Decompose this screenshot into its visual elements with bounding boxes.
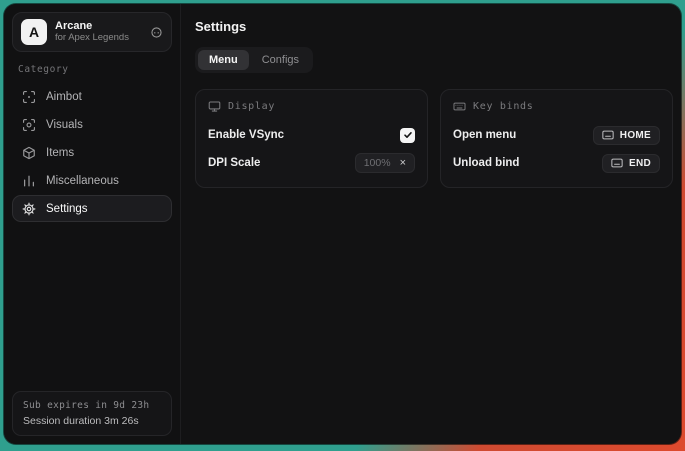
dpi-scale-value: 100% — [364, 157, 391, 169]
sidebar-item-label: Items — [46, 147, 74, 159]
unload-keybind-button[interactable]: END — [602, 154, 660, 173]
crosshair-icon — [22, 90, 36, 104]
settings-cards: Display Enable VSync DPI Scale 100% × — [195, 89, 673, 188]
keycap-icon — [602, 130, 614, 140]
keybinds-card: Key binds Open menu HOME — [440, 89, 673, 188]
unload-bind-row: Unload bind END — [453, 151, 660, 175]
keybinds-card-title: Key binds — [473, 101, 534, 112]
scan-eye-icon — [22, 118, 36, 132]
columns-icon — [22, 174, 36, 188]
keyboard-icon — [453, 100, 466, 113]
sidebar-item-visuals[interactable]: Visuals — [12, 111, 172, 138]
sidebar-item-miscellaneous[interactable]: Miscellaneous — [12, 167, 172, 194]
sidebar-item-aimbot[interactable]: Aimbot — [12, 83, 172, 110]
open-menu-row: Open menu HOME — [453, 123, 660, 147]
vsync-label: Enable VSync — [208, 129, 284, 141]
session-duration-text: Session duration 3m 26s — [23, 415, 161, 427]
dpi-scale-label: DPI Scale — [208, 157, 260, 169]
sidebar-item-label: Visuals — [46, 119, 83, 131]
app-name: Arcane — [55, 20, 142, 33]
sidebar-item-label: Aimbot — [46, 91, 82, 103]
tab-menu[interactable]: Menu — [198, 50, 249, 70]
unload-bind-label: Unload bind — [453, 157, 519, 169]
category-label: Category — [18, 64, 166, 75]
checkmark-icon — [403, 130, 413, 140]
tab-bar: Menu Configs — [195, 47, 313, 73]
sidebar-item-label: Settings — [46, 203, 88, 215]
display-card: Display Enable VSync DPI Scale 100% × — [195, 89, 428, 188]
dpi-scale-row: DPI Scale 100% × — [208, 151, 415, 175]
session-info-box: Sub expires in 9d 23h Session duration 3… — [12, 391, 172, 436]
open-menu-label: Open menu — [453, 129, 516, 141]
gear-icon — [22, 202, 36, 216]
open-menu-keybind-button[interactable]: HOME — [593, 126, 660, 145]
unload-key: END — [629, 158, 651, 169]
dpi-scale-input[interactable]: 100% × — [355, 153, 415, 173]
vsync-row: Enable VSync — [208, 123, 415, 147]
page-title: Settings — [195, 19, 673, 34]
sub-expiry-text: Sub expires in 9d 23h — [23, 400, 161, 411]
keycap-icon — [611, 158, 623, 168]
sidebar-item-settings[interactable]: Settings — [12, 195, 172, 222]
display-card-title: Display — [228, 101, 275, 112]
app-subtitle: for Apex Legends — [55, 33, 142, 44]
sidebar-header: A Arcane for Apex Legends — [12, 12, 172, 52]
package-icon — [22, 146, 36, 160]
dpi-clear-button[interactable]: × — [400, 158, 406, 169]
tab-configs[interactable]: Configs — [251, 50, 310, 70]
monitor-icon — [208, 100, 221, 113]
app-logo: A — [21, 19, 47, 45]
app-window: A Arcane for Apex Legends Category — [4, 4, 681, 444]
open-menu-key: HOME — [620, 130, 651, 141]
sidebar-item-label: Miscellaneous — [46, 175, 119, 187]
sidebar: A Arcane for Apex Legends Category — [4, 4, 181, 444]
keybinds-card-header: Key binds — [453, 100, 660, 113]
main-content: Settings Menu Configs Display — [181, 4, 681, 444]
app-meta: Arcane for Apex Legends — [55, 20, 142, 44]
discord-icon[interactable] — [150, 26, 163, 39]
logo-letter: A — [29, 24, 39, 40]
sidebar-item-items[interactable]: Items — [12, 139, 172, 166]
vsync-checkbox[interactable] — [400, 128, 415, 143]
display-card-header: Display — [208, 100, 415, 113]
